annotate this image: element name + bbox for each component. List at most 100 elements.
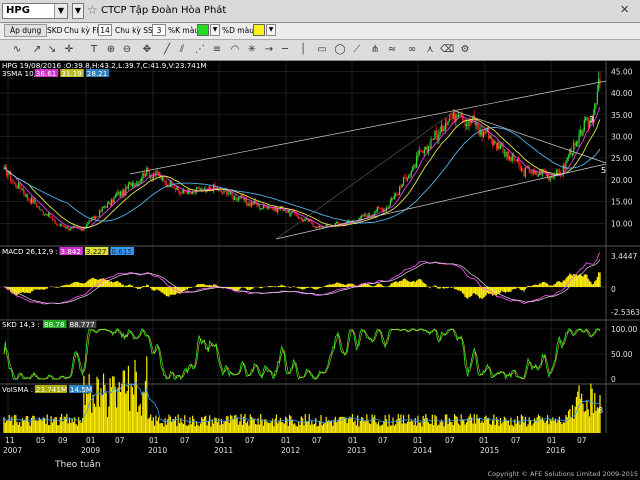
ticker-dropdown-button[interactable]: ▼ <box>72 3 84 19</box>
candle <box>506 151 508 157</box>
candle <box>567 156 570 158</box>
rectangle-icon[interactable]: ▭ <box>315 43 329 57</box>
andrews-icon[interactable]: ⋏ <box>423 43 437 57</box>
candle <box>299 217 301 219</box>
fib-fan-icon[interactable]: ⋰ <box>193 43 207 57</box>
sd-period-input[interactable]: 3 <box>152 24 166 36</box>
indicator-settings-bar: Áp dụng SKD Chu kỳ FK 14 Chu kỳ SSD 3 %K… <box>0 23 640 40</box>
year-tick-label: 2011 <box>214 446 233 455</box>
candle <box>100 210 102 212</box>
k-color-swatch[interactable] <box>197 24 209 36</box>
crosshair-icon[interactable]: ✛ <box>62 43 76 57</box>
candle <box>442 125 444 132</box>
candle <box>127 184 130 189</box>
candle <box>291 212 293 213</box>
stochastic-label-value: 88.777 <box>70 320 95 329</box>
ticker-select[interactable]: HPG ▼ <box>2 3 68 19</box>
chart-area[interactable]: 35 HPG 19/08/2016 :O:39.8,H:43.2,L:39.7,… <box>0 61 640 463</box>
candle <box>312 223 314 227</box>
channel-icon[interactable]: ⫽ <box>175 43 189 57</box>
candle <box>270 207 272 209</box>
close-icon[interactable]: ✕ <box>620 3 629 16</box>
candle <box>165 182 168 186</box>
k-color-dropdown[interactable]: ▼ <box>210 24 220 36</box>
pitchfork-icon[interactable]: ⋔ <box>368 43 382 57</box>
candle <box>40 209 42 211</box>
candle <box>511 153 513 161</box>
candle <box>429 145 431 149</box>
candle <box>222 192 224 193</box>
d-color-swatch[interactable] <box>253 24 265 36</box>
arrow-up-icon[interactable]: ↗ <box>30 43 44 57</box>
candle <box>266 207 268 209</box>
candle <box>249 203 251 206</box>
candle <box>387 207 389 209</box>
fib-arc-icon[interactable]: ◠ <box>228 43 242 57</box>
trendline-icon[interactable]: ╱ <box>160 43 174 57</box>
candle <box>26 194 29 200</box>
stochastic-label-prefix: SKD 14,3 : <box>2 320 40 329</box>
candle <box>380 208 382 210</box>
k-period-input[interactable]: 14 <box>98 24 112 36</box>
candle <box>536 172 538 176</box>
apply-button[interactable]: Áp dụng <box>4 24 48 37</box>
cycle-icon[interactable]: ∞ <box>405 43 419 57</box>
candle <box>361 215 363 218</box>
candle <box>11 180 13 182</box>
candle <box>476 123 478 126</box>
gann-icon[interactable]: ✳ <box>245 43 259 57</box>
settings-icon[interactable]: ⚙ <box>458 43 472 57</box>
zoom-in-icon[interactable]: ⊕ <box>104 43 118 57</box>
horizontal-line-icon[interactable]: ─ <box>278 43 292 57</box>
price-panel: 35 <box>3 71 607 240</box>
candle <box>44 214 46 216</box>
arrow-down-icon[interactable]: ↘ <box>45 43 59 57</box>
candle <box>413 164 415 167</box>
candle <box>531 172 533 174</box>
erase-icon[interactable]: ⌫ <box>440 43 454 57</box>
candle <box>93 216 95 219</box>
candle <box>526 167 528 169</box>
candle <box>286 212 288 214</box>
vertical-line-icon[interactable]: │ <box>296 43 310 57</box>
candle <box>463 119 465 121</box>
fib-retracement-icon[interactable]: ≡ <box>210 43 224 57</box>
candle <box>81 228 84 231</box>
star-icon[interactable]: ☆ <box>87 3 98 17</box>
year-tick-label: 2012 <box>281 446 300 455</box>
candle <box>319 226 321 228</box>
zoom-out-icon[interactable]: ⊖ <box>120 43 134 57</box>
speed-line-icon[interactable]: ⟋ <box>350 43 364 57</box>
volume-label: VolSMA :23.741M 14.5M <box>2 385 93 394</box>
macd-label-prefix: MACD 26,12,9 : <box>2 247 58 256</box>
candle <box>220 190 223 193</box>
candle <box>431 138 433 140</box>
line-tool-icon[interactable]: ∿ <box>10 43 24 57</box>
text-tool-icon[interactable]: T <box>87 43 101 57</box>
candle <box>261 207 263 209</box>
candle <box>456 114 458 117</box>
candle <box>154 175 156 177</box>
chevron-down-icon[interactable]: ▼ <box>54 4 67 18</box>
candle <box>315 227 317 229</box>
month-tick-label: 07 <box>115 436 125 445</box>
candle <box>395 193 397 196</box>
candle <box>444 123 447 130</box>
candle <box>595 103 597 105</box>
candle <box>516 159 519 161</box>
candle <box>63 225 65 227</box>
d-color-dropdown[interactable]: ▼ <box>266 24 276 36</box>
candle <box>36 203 38 207</box>
candle <box>472 115 474 121</box>
pan-icon[interactable]: ✥ <box>140 43 154 57</box>
year-tick-label: 2009 <box>81 446 100 455</box>
period-selector[interactable]: Theo tuần <box>55 460 101 470</box>
candle <box>308 219 310 222</box>
ellipse-icon[interactable]: ◯ <box>333 43 347 57</box>
candle <box>106 203 109 208</box>
d-color-label: %D màu <box>222 26 254 35</box>
ray-icon[interactable]: → <box>262 43 276 57</box>
candle <box>566 157 568 161</box>
regression-icon[interactable]: ≈ <box>385 43 399 57</box>
candle <box>503 152 505 154</box>
